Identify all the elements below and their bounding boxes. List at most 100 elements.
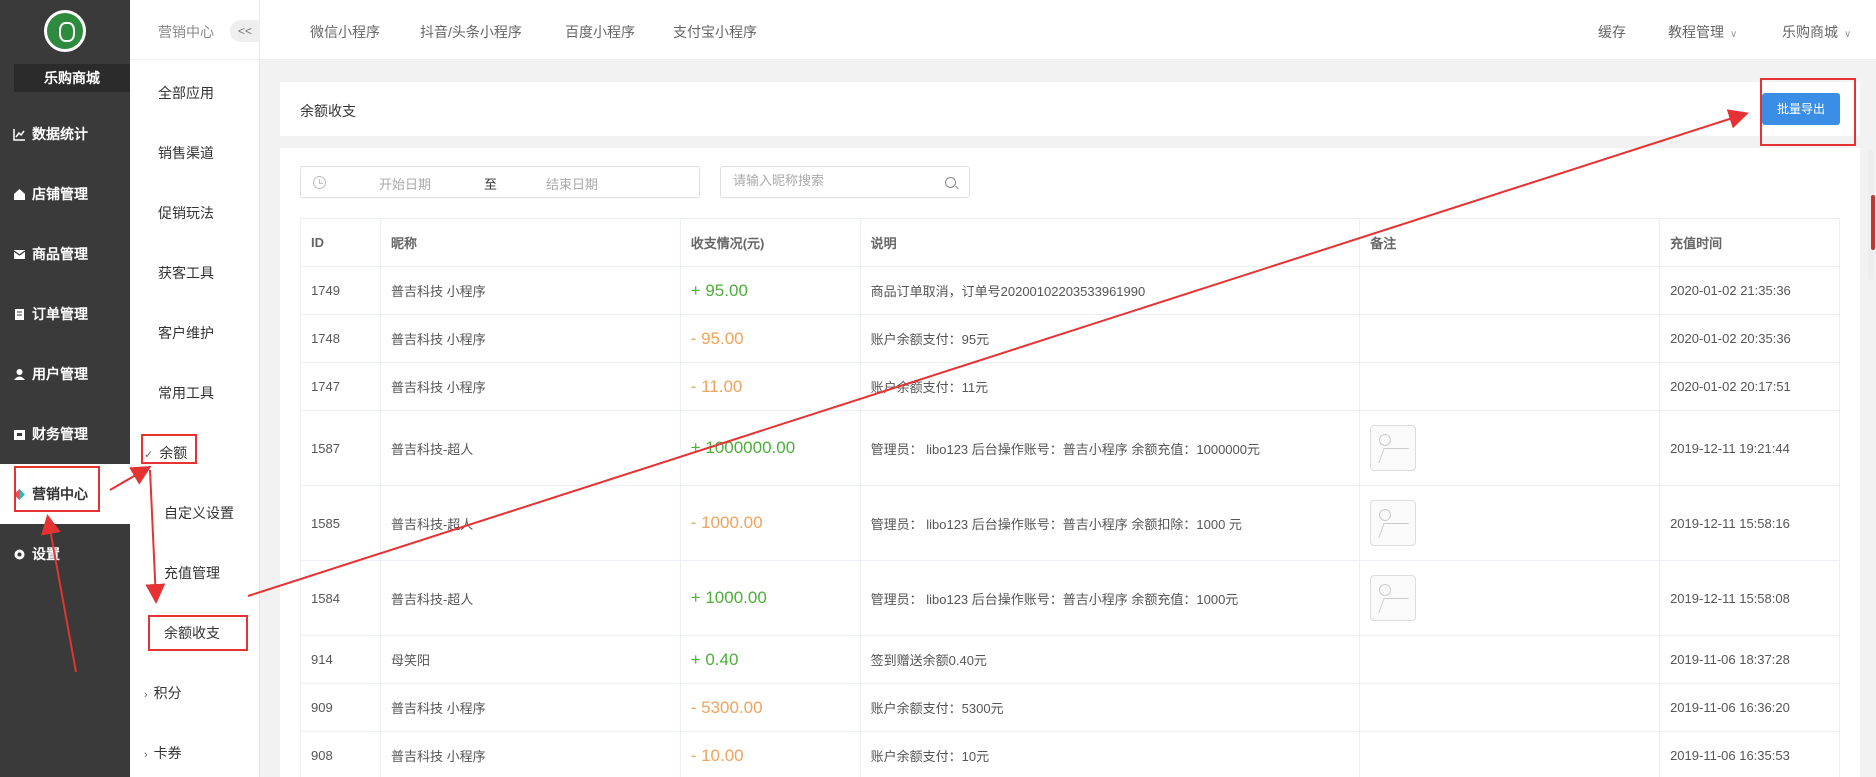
tab-wechat-miniprogram[interactable]: 微信小程序 bbox=[310, 22, 380, 42]
cell-nickname: 普吉科技-超人 bbox=[379, 560, 681, 636]
cell-time: 2019-11-06 18:37:28 bbox=[1659, 635, 1840, 684]
cell-remark bbox=[1359, 314, 1661, 363]
amount-value: - 95.00 bbox=[690, 328, 744, 348]
amount-value: - 10.00 bbox=[690, 745, 744, 765]
table-row: 1748 普吉科技 小程序 - 95.00 账户余额支付：95元 2020-01-02 … bbox=[300, 314, 1840, 363]
cell-remark bbox=[1359, 731, 1661, 777]
shop-name: 乐购商城 bbox=[14, 64, 130, 92]
annotation-box-marketing bbox=[14, 466, 100, 512]
cell-id: 1587 bbox=[300, 410, 381, 486]
cell-time: 2019-12-11 15:58:16 bbox=[1659, 485, 1840, 561]
tab-baidu-miniprogram[interactable]: 百度小程序 bbox=[565, 22, 635, 42]
subnav-group-points[interactable]: › 积分 bbox=[144, 683, 182, 703]
cell-description: 管理员： libo123 后台操作账号：普吉小程序 余额充值：1000000元 bbox=[859, 410, 1361, 486]
amount-value: - 1000.00 bbox=[690, 513, 763, 532]
subnav-item-recharge-management[interactable]: 充值管理 bbox=[164, 563, 220, 583]
sidebar-item-label: 用户管理 bbox=[32, 366, 88, 382]
column-header-description: 说明 bbox=[859, 218, 1361, 267]
subnav-item-sales-channel[interactable]: 销售渠道 bbox=[158, 143, 214, 163]
sidebar-item-label: 订单管理 bbox=[32, 306, 88, 322]
cell-amount: - 95.00 bbox=[679, 314, 861, 363]
cell-time: 2020-01-02 20:17:51 bbox=[1659, 362, 1840, 411]
date-range-picker[interactable]: 开始日期 至 结束日期 bbox=[300, 166, 700, 198]
account-menu-label: 乐购商城 bbox=[1782, 24, 1838, 40]
cell-time: 2020-01-02 21:35:36 bbox=[1659, 266, 1840, 315]
tutorial-menu[interactable]: 教程管理 ∨ bbox=[1668, 22, 1737, 42]
tab-douyin-miniprogram[interactable]: 抖音/头条小程序 bbox=[420, 22, 522, 42]
sidebar-item-goods[interactable]: 商品管理 bbox=[0, 224, 130, 284]
cell-description: 签到赠送余额0.40元 bbox=[859, 635, 1361, 684]
image-placeholder-icon[interactable] bbox=[1370, 575, 1417, 621]
cell-time: 2019-11-06 16:36:20 bbox=[1659, 683, 1840, 732]
cell-remark bbox=[1359, 683, 1661, 732]
order-icon bbox=[12, 307, 26, 321]
cell-amount: + 1000.00 bbox=[679, 560, 861, 636]
nickname-search-input[interactable] bbox=[733, 173, 933, 188]
sub-sidebar-header: 营销中心 << bbox=[130, 0, 260, 60]
table-row: 908 普吉科技 小程序 - 10.00 账户余额支付：10元 2019-11-06 1… bbox=[300, 731, 1840, 777]
collapse-sidebar-button[interactable]: << bbox=[230, 20, 260, 42]
sidebar-item-store[interactable]: 店铺管理 bbox=[0, 164, 130, 224]
cell-nickname: 普吉科技 小程序 bbox=[379, 314, 681, 363]
panel-header: 余额收支 批量导出 bbox=[280, 82, 1860, 136]
subnav-item-promotions[interactable]: 促销玩法 bbox=[158, 203, 214, 223]
column-header-id: ID bbox=[300, 218, 381, 267]
sidebar-item-label: 数据统计 bbox=[32, 126, 88, 142]
cell-id: 914 bbox=[300, 635, 381, 684]
table-row: 1747 普吉科技 小程序 - 11.00 账户余额支付：11元 2020-01-02 … bbox=[300, 362, 1840, 411]
table-row: 1749 普吉科技 小程序 + 95.00 商品订单取消，订单号20200102203… bbox=[300, 266, 1840, 315]
balance-ledger-table: ID 昵称 收支情况(元) 说明 备注 充值时间 1749 普吉科技 小程序 + 9… bbox=[300, 218, 1840, 777]
subnav-item-all-apps[interactable]: 全部应用 bbox=[158, 83, 214, 103]
cell-remark bbox=[1359, 635, 1661, 684]
column-header-time: 充值时间 bbox=[1659, 218, 1840, 267]
cache-link[interactable]: 缓存 bbox=[1598, 22, 1626, 42]
subnav-group-coupons[interactable]: › 卡券 bbox=[144, 743, 182, 763]
subnav-item-custom-settings[interactable]: 自定义设置 bbox=[164, 503, 234, 523]
subnav-item-customer-care[interactable]: 客户维护 bbox=[158, 323, 214, 343]
nickname-search bbox=[720, 166, 970, 198]
shop-logo bbox=[44, 10, 86, 52]
subnav-group-label: 积分 bbox=[153, 685, 182, 701]
sidebar-item-settings[interactable]: 设置 bbox=[0, 524, 130, 584]
start-date-input[interactable]: 开始日期 bbox=[379, 174, 431, 193]
chart-line-icon bbox=[12, 127, 26, 141]
sidebar-item-finance[interactable]: 财务管理 bbox=[0, 404, 130, 464]
cell-nickname: 母笑阳 bbox=[379, 635, 681, 684]
image-placeholder-icon[interactable] bbox=[1370, 425, 1417, 471]
amount-value: - 11.00 bbox=[690, 376, 743, 396]
cell-time: 2020-01-02 20:35:36 bbox=[1659, 314, 1840, 363]
subnav-item-acquisition[interactable]: 获客工具 bbox=[158, 263, 214, 283]
cell-id: 909 bbox=[300, 683, 381, 732]
subnav-item-common-tools[interactable]: 常用工具 bbox=[158, 383, 214, 403]
cell-amount: - 1000.00 bbox=[679, 485, 861, 561]
amount-value: + 1000000.00 bbox=[690, 438, 796, 457]
search-icon[interactable] bbox=[945, 177, 956, 188]
sidebar-item-users[interactable]: 用户管理 bbox=[0, 344, 130, 404]
chevron-right-icon: › bbox=[144, 689, 148, 701]
cell-description: 账户余额支付：5300元 bbox=[859, 683, 1361, 732]
cell-time: 2019-11-06 16:35:53 bbox=[1659, 731, 1840, 777]
cell-nickname: 普吉科技 小程序 bbox=[379, 362, 681, 411]
tutorial-menu-label: 教程管理 bbox=[1668, 24, 1724, 40]
cell-description: 账户余额支付：95元 bbox=[859, 314, 1361, 363]
image-placeholder-icon[interactable] bbox=[1370, 500, 1417, 546]
cell-id: 908 bbox=[300, 731, 381, 777]
cell-description: 管理员： libo123 后台操作账号：普吉小程序 余额充值：1000元 bbox=[859, 560, 1361, 636]
cell-nickname: 普吉科技-超人 bbox=[379, 485, 681, 561]
cell-remark bbox=[1359, 485, 1661, 561]
cell-id: 1748 bbox=[300, 314, 381, 363]
cell-nickname: 普吉科技 小程序 bbox=[379, 683, 681, 732]
end-date-input[interactable]: 结束日期 bbox=[546, 174, 598, 193]
tab-alipay-miniprogram[interactable]: 支付宝小程序 bbox=[673, 22, 757, 42]
sidebar-item-orders[interactable]: 订单管理 bbox=[0, 284, 130, 344]
sidebar-item-data-stats[interactable]: 数据统计 bbox=[0, 104, 130, 164]
sidebar-item-label: 设置 bbox=[32, 546, 60, 562]
sub-sidebar: 营销中心 << 全部应用 销售渠道 促销玩法 获客工具 客户维护 常用工具 ✓ 余… bbox=[130, 0, 260, 777]
sidebar-item-label: 店铺管理 bbox=[32, 186, 88, 202]
account-menu[interactable]: 乐购商城 ∨ bbox=[1782, 22, 1851, 42]
cell-nickname: 普吉科技-超人 bbox=[379, 410, 681, 486]
table-header-row: ID 昵称 收支情况(元) 说明 备注 充值时间 bbox=[300, 218, 1840, 267]
cell-remark bbox=[1359, 266, 1661, 315]
cell-amount: + 1000000.00 bbox=[679, 410, 861, 486]
cell-remark bbox=[1359, 560, 1661, 636]
